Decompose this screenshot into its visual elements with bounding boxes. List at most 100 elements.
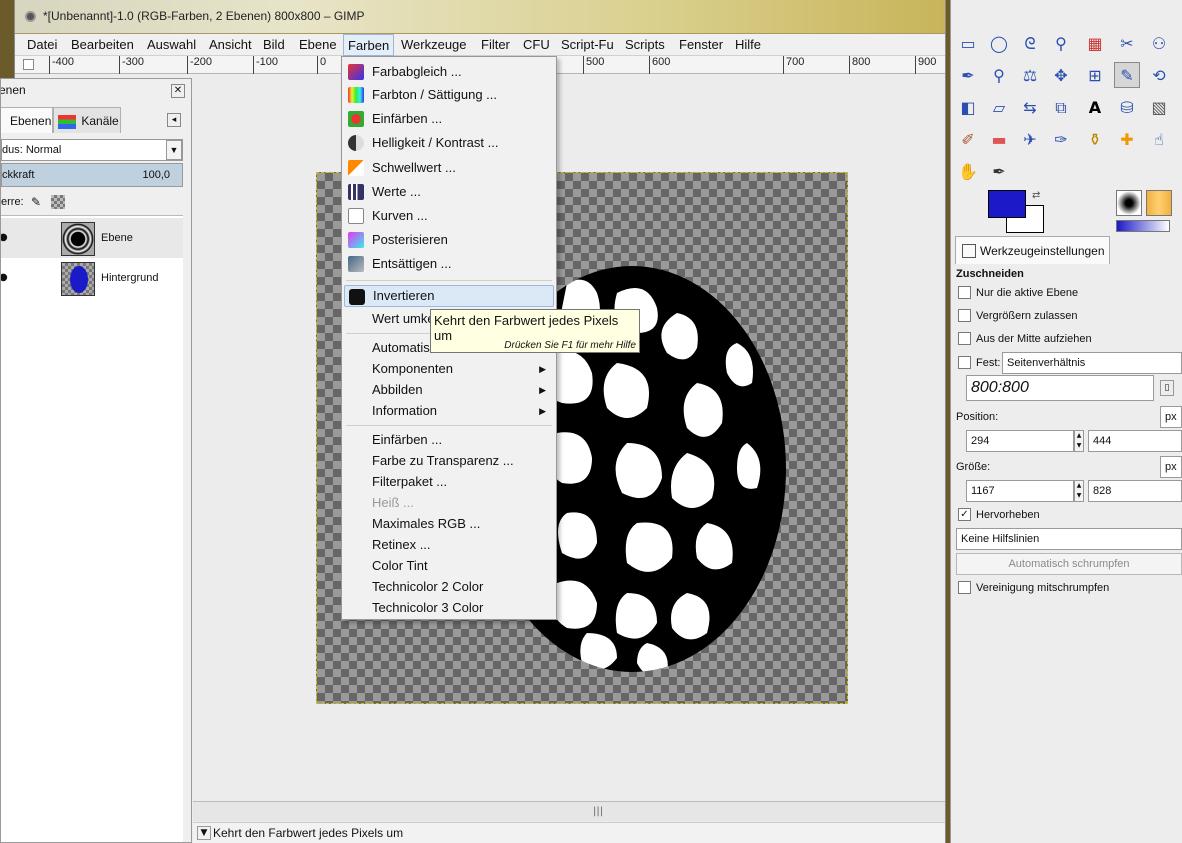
chain-icon[interactable]: ▯ bbox=[1160, 380, 1174, 396]
ratio-input[interactable]: 800:800 bbox=[966, 375, 1154, 401]
gradient-preview[interactable] bbox=[1116, 220, 1170, 232]
paintbrush-icon[interactable]: ✐ bbox=[955, 126, 981, 152]
menu-ebene[interactable]: Ebene bbox=[295, 34, 341, 56]
dock-close-icon[interactable]: ✕ bbox=[171, 84, 185, 98]
menu-item-invertieren[interactable]: Invertieren bbox=[344, 285, 554, 307]
paths-icon[interactable]: ✒ bbox=[955, 62, 981, 88]
tab-kanaele[interactable]: Kanäle bbox=[53, 107, 121, 133]
select-by-color-icon[interactable]: ▦ bbox=[1082, 30, 1108, 56]
menu-script-fu[interactable]: Script-Fu bbox=[557, 34, 618, 56]
menu-scripts[interactable]: Scripts bbox=[621, 34, 669, 56]
eraser-icon[interactable]: ▬ bbox=[986, 126, 1012, 152]
size-height-input[interactable]: 828 bbox=[1088, 480, 1182, 502]
pattern-preview[interactable] bbox=[1146, 190, 1172, 216]
menu-bearbeiten[interactable]: Bearbeiten bbox=[67, 34, 138, 56]
color-picker-icon[interactable]: ✒ bbox=[986, 158, 1012, 184]
flip-icon[interactable]: ⧉ bbox=[1048, 94, 1074, 120]
size-width-input[interactable]: 1167 bbox=[966, 480, 1074, 502]
foreground-select-icon[interactable]: ⚇ bbox=[1146, 30, 1172, 56]
allow-growing-checkbox[interactable] bbox=[958, 309, 971, 322]
move-icon[interactable]: ✥ bbox=[1048, 62, 1074, 88]
menu-item-retinex[interactable]: Retinex ... bbox=[344, 534, 554, 556]
from-center-checkbox[interactable] bbox=[958, 332, 971, 345]
menu-item-maximales-rgb[interactable]: Maximales RGB ... bbox=[344, 513, 554, 535]
position-x-stepper[interactable]: ▲ ▼ bbox=[1074, 430, 1084, 452]
menu-item-einfaerben-2[interactable]: Einfärben ... bbox=[344, 429, 554, 451]
smudge-icon[interactable]: ☝ bbox=[1146, 126, 1172, 152]
rotate-icon[interactable]: ⟲ bbox=[1146, 62, 1172, 88]
menu-ansicht[interactable]: Ansicht bbox=[205, 34, 256, 56]
fixed-checkbox[interactable] bbox=[958, 356, 971, 369]
menu-item-werte[interactable]: Werte ... bbox=[344, 181, 554, 203]
dodge-burn-icon[interactable]: ✋ bbox=[955, 158, 981, 184]
menu-filter[interactable]: Filter bbox=[477, 34, 514, 56]
menu-item-filterpaket[interactable]: Filterpaket ... bbox=[344, 471, 554, 493]
fixed-mode-select[interactable]: Seitenverhältnis bbox=[1002, 352, 1182, 374]
menu-fenster[interactable]: Fenster bbox=[675, 34, 727, 56]
menu-item-information[interactable]: Information ▶ bbox=[344, 400, 554, 422]
scroll-grip-icon[interactable]: ||| bbox=[593, 806, 603, 817]
menu-bild[interactable]: Bild bbox=[259, 34, 289, 56]
menu-hilfe[interactable]: Hilfe bbox=[731, 34, 765, 56]
only-active-layer-checkbox[interactable] bbox=[958, 286, 971, 299]
horizontal-scrollbar[interactable]: ||| bbox=[193, 801, 945, 821]
airbrush-icon[interactable]: ✈ bbox=[1017, 126, 1043, 152]
ellipse-select-icon[interactable]: ◯ bbox=[986, 30, 1012, 56]
menu-item-abbilden[interactable]: Abbilden ▶ bbox=[344, 379, 554, 401]
menu-item-helligkeit-kontrast[interactable]: Helligkeit / Kontrast ... bbox=[344, 132, 554, 154]
ruler-corner-button[interactable] bbox=[23, 59, 34, 70]
tab-tool-options[interactable]: Werkzeugeinstellungen bbox=[955, 236, 1110, 264]
align-icon[interactable]: ⊞ bbox=[1082, 62, 1108, 88]
menu-item-entsaettigen[interactable]: Entsättigen ... bbox=[344, 253, 554, 275]
dock-menu-icon[interactable]: ◂ bbox=[167, 113, 181, 127]
ink-icon[interactable]: ✑ bbox=[1048, 126, 1074, 152]
menu-item-schwellwert[interactable]: Schwellwert ... bbox=[344, 157, 554, 179]
heal-icon[interactable]: ✚ bbox=[1114, 126, 1140, 152]
statusbar-dropdown-icon[interactable]: ▼ bbox=[197, 826, 211, 840]
menu-cfu[interactable]: CFU bbox=[519, 34, 554, 56]
blend-icon[interactable]: ▧ bbox=[1146, 94, 1172, 120]
clone-icon[interactable]: ⚱ bbox=[1082, 126, 1108, 152]
size-width-stepper[interactable]: ▲ ▼ bbox=[1074, 480, 1084, 502]
scissors-icon[interactable]: ✂ bbox=[1114, 30, 1140, 56]
eye-icon[interactable]: ● bbox=[1, 272, 8, 283]
bucket-fill-icon[interactable]: ⛁ bbox=[1114, 94, 1140, 120]
rect-select-icon[interactable]: ▭ bbox=[955, 30, 981, 56]
menu-item-technicolor-3[interactable]: Technicolor 3 Color bbox=[344, 597, 554, 619]
tab-ebenen[interactable]: Ebenen bbox=[1, 107, 53, 133]
menu-item-kurven[interactable]: Kurven ... bbox=[344, 205, 554, 227]
layer-row-hintergrund[interactable]: ● Hintergrund bbox=[1, 258, 183, 298]
menu-item-color-tint[interactable]: Color Tint bbox=[344, 555, 554, 577]
menu-item-farbabgleich[interactable]: Farbabgleich ... bbox=[344, 61, 554, 83]
perspective-icon[interactable]: ⇆ bbox=[1017, 94, 1043, 120]
size-unit-select[interactable]: px bbox=[1160, 456, 1182, 478]
swap-colors-icon[interactable]: ⇄ bbox=[1032, 190, 1040, 201]
lock-pixels-icon[interactable]: ✎ bbox=[31, 195, 41, 209]
window-titlebar[interactable]: *[Unbenannt]-1.0 (RGB-Farben, 2 Ebenen) … bbox=[15, 0, 945, 34]
crop-icon[interactable]: ✎ bbox=[1114, 62, 1140, 88]
lock-alpha-icon[interactable] bbox=[51, 195, 65, 209]
brush-preview[interactable] bbox=[1116, 190, 1142, 216]
menu-item-farbton-saettigung[interactable]: Farbton / Sättigung ... bbox=[344, 84, 554, 106]
chevron-down-icon[interactable]: ▼ bbox=[166, 140, 182, 160]
text-tool-icon[interactable]: A bbox=[1082, 94, 1108, 120]
opacity-slider[interactable]: ckkraft 100,0 bbox=[1, 163, 183, 187]
position-unit-select[interactable]: px bbox=[1160, 406, 1182, 428]
layer-row-ebene[interactable]: ● Ebene bbox=[1, 218, 183, 258]
menu-auswahl[interactable]: Auswahl bbox=[143, 34, 200, 56]
auto-shrink-button[interactable]: Automatisch schrumpfen bbox=[956, 553, 1182, 575]
menu-item-einfaerben[interactable]: Einfärben ... bbox=[344, 108, 554, 130]
measure-icon[interactable]: ⚖ bbox=[1017, 62, 1043, 88]
menu-item-farbe-zu-transparenz[interactable]: Farbe zu Transparenz ... bbox=[344, 450, 554, 472]
shear-icon[interactable]: ▱ bbox=[986, 94, 1012, 120]
zoom-icon[interactable]: ⚲ bbox=[986, 62, 1012, 88]
menu-item-posterisieren[interactable]: Posterisieren bbox=[344, 229, 554, 251]
menu-datei[interactable]: Datei bbox=[23, 34, 61, 56]
position-x-input[interactable]: 294 bbox=[966, 430, 1074, 452]
position-y-input[interactable]: 444 bbox=[1088, 430, 1182, 452]
free-select-icon[interactable]: ᘓ bbox=[1017, 30, 1043, 56]
menu-item-komponenten[interactable]: Komponenten ▶ bbox=[344, 358, 554, 380]
fuzzy-select-icon[interactable]: ⚲ bbox=[1048, 30, 1074, 56]
menu-item-technicolor-2[interactable]: Technicolor 2 Color bbox=[344, 576, 554, 598]
menu-werkzeuge[interactable]: Werkzeuge bbox=[397, 34, 471, 56]
